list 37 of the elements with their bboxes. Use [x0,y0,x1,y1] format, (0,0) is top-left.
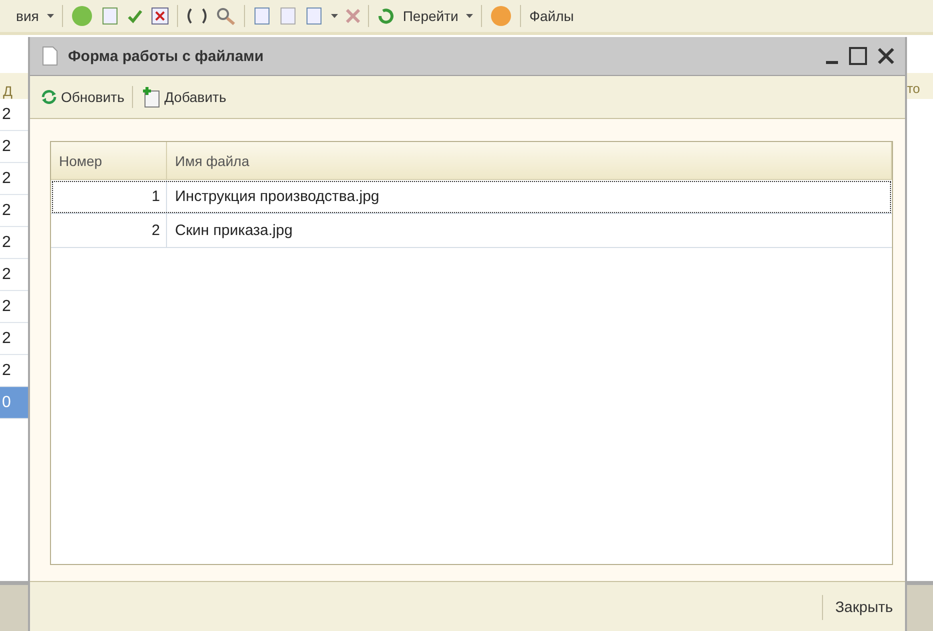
circle-icon[interactable] [70,5,93,27]
search-icon[interactable] [216,7,236,25]
maximize-icon[interactable] [849,47,867,65]
refresh-icon [40,89,58,105]
column-header[interactable]: Имя файла [167,142,892,179]
refresh-button[interactable]: Обновить [38,87,126,107]
window-title: Форма работы с файлами [68,48,265,64]
delete-icon[interactable] [150,7,169,25]
table-cell: 2 [51,214,167,247]
table-cell: 1 [51,180,167,213]
add-document-icon[interactable] [100,7,119,25]
add-document-icon [141,86,162,108]
cross-icon[interactable] [346,9,360,23]
toolbar-label[interactable]: вия [16,8,39,24]
caret-icon [330,14,338,18]
close-button[interactable]: Закрыть [822,594,897,620]
caret-icon [46,14,54,18]
document-icon[interactable] [278,7,297,25]
document-icon[interactable] [252,7,271,25]
parentheses-icon[interactable] [186,8,208,24]
circle-icon[interactable] [490,5,512,27]
refresh-icon[interactable] [376,7,395,25]
check-icon[interactable] [126,8,143,24]
caret-icon [466,14,474,18]
column-header[interactable]: Номер [51,142,167,179]
table-row[interactable]: 2 Скин приказа.jpg [51,214,892,248]
column-header: Д [0,73,28,99]
document-icon [42,46,58,66]
column-header: то [907,73,933,99]
add-button[interactable]: Добавить [139,84,228,110]
document-icon[interactable] [304,7,323,25]
toolbar-label[interactable]: Файлы [529,8,574,24]
table-cell-text: Инструкция производства.jpg [174,187,380,207]
toolbar-label[interactable]: Перейти [402,8,458,24]
table-cell-text: Скин приказа.jpg [174,221,294,241]
close-icon[interactable] [877,47,895,65]
table-row[interactable]: 1 Инструкция производства.jpg [51,180,892,214]
